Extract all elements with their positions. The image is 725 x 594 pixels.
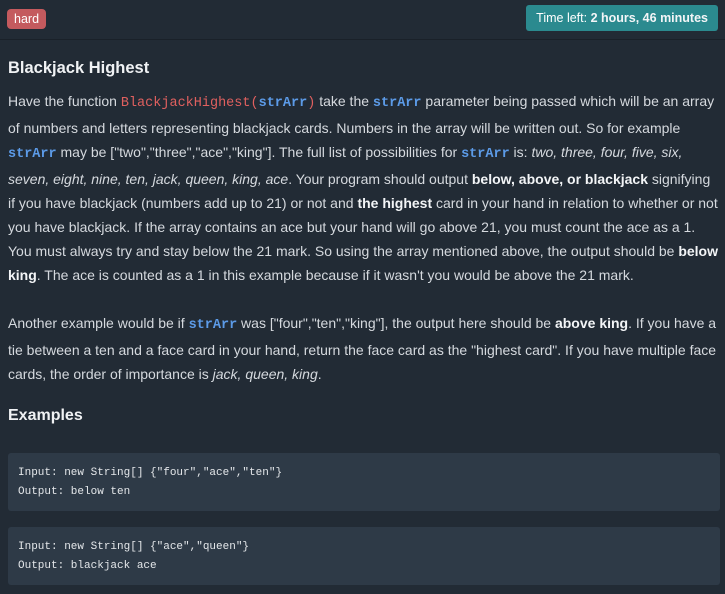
example-block: Input: new String[] {"four","ace","ten"}…: [8, 453, 720, 511]
text: Another example would be if: [8, 315, 189, 331]
output-options: below, above, or blackjack: [471, 171, 648, 187]
text: take the: [315, 93, 373, 109]
example-block: Input: new String[] {"ace","queen"} Outp…: [8, 527, 720, 585]
problem-paragraph-2: Another example would be if strArr was […: [8, 311, 720, 386]
example-output: above king: [554, 315, 629, 331]
fn-name: BlackjackHighest(: [120, 96, 259, 111]
highest-emphasis: the highest: [357, 195, 433, 211]
problem-paragraph-1: Have the function BlackjackHighest(strAr…: [8, 89, 720, 287]
problem-description: Blackjack Highest Have the function Blac…: [8, 55, 720, 428]
text: was ["four","ten","king"], the output he…: [237, 315, 555, 331]
problem-title: Blackjack Highest: [8, 59, 150, 77]
example-input: Input: new String[] {"ace","queen"}: [18, 541, 250, 553]
difficulty-badge: hard: [7, 9, 47, 29]
param-code: strArr: [188, 318, 238, 333]
examples-heading: Examples: [8, 407, 83, 424]
text: may be ["two","three","ace","king"]. The…: [56, 144, 462, 160]
example-output: Output: below ten: [18, 486, 131, 498]
example-output: Output: blackjack ace: [18, 560, 157, 572]
time-left-badge: Time left: 2 hours, 46 minutes: [526, 5, 718, 31]
param-code: strArr: [372, 96, 422, 111]
text: . The ace is counted as a 1 in this exam…: [36, 267, 634, 283]
top-bar: hard Time left: 2 hours, 46 minutes: [0, 0, 725, 40]
param-code: strArr: [8, 147, 57, 162]
text: .: [317, 366, 322, 382]
text: . Your program should output: [288, 171, 472, 187]
text: is:: [509, 144, 532, 160]
time-left-label: Time left:: [536, 11, 591, 25]
text: Have the function: [8, 93, 121, 109]
face-card-order: jack, queen, king: [212, 366, 318, 382]
function-name-code: BlackjackHighest(strArr): [121, 96, 315, 111]
fn-arg: strArr: [258, 96, 308, 111]
example-input: Input: new String[] {"four","ace","ten"}: [18, 467, 283, 479]
time-left-value: 2 hours, 46 minutes: [590, 11, 708, 25]
param-code: strArr: [461, 147, 510, 162]
